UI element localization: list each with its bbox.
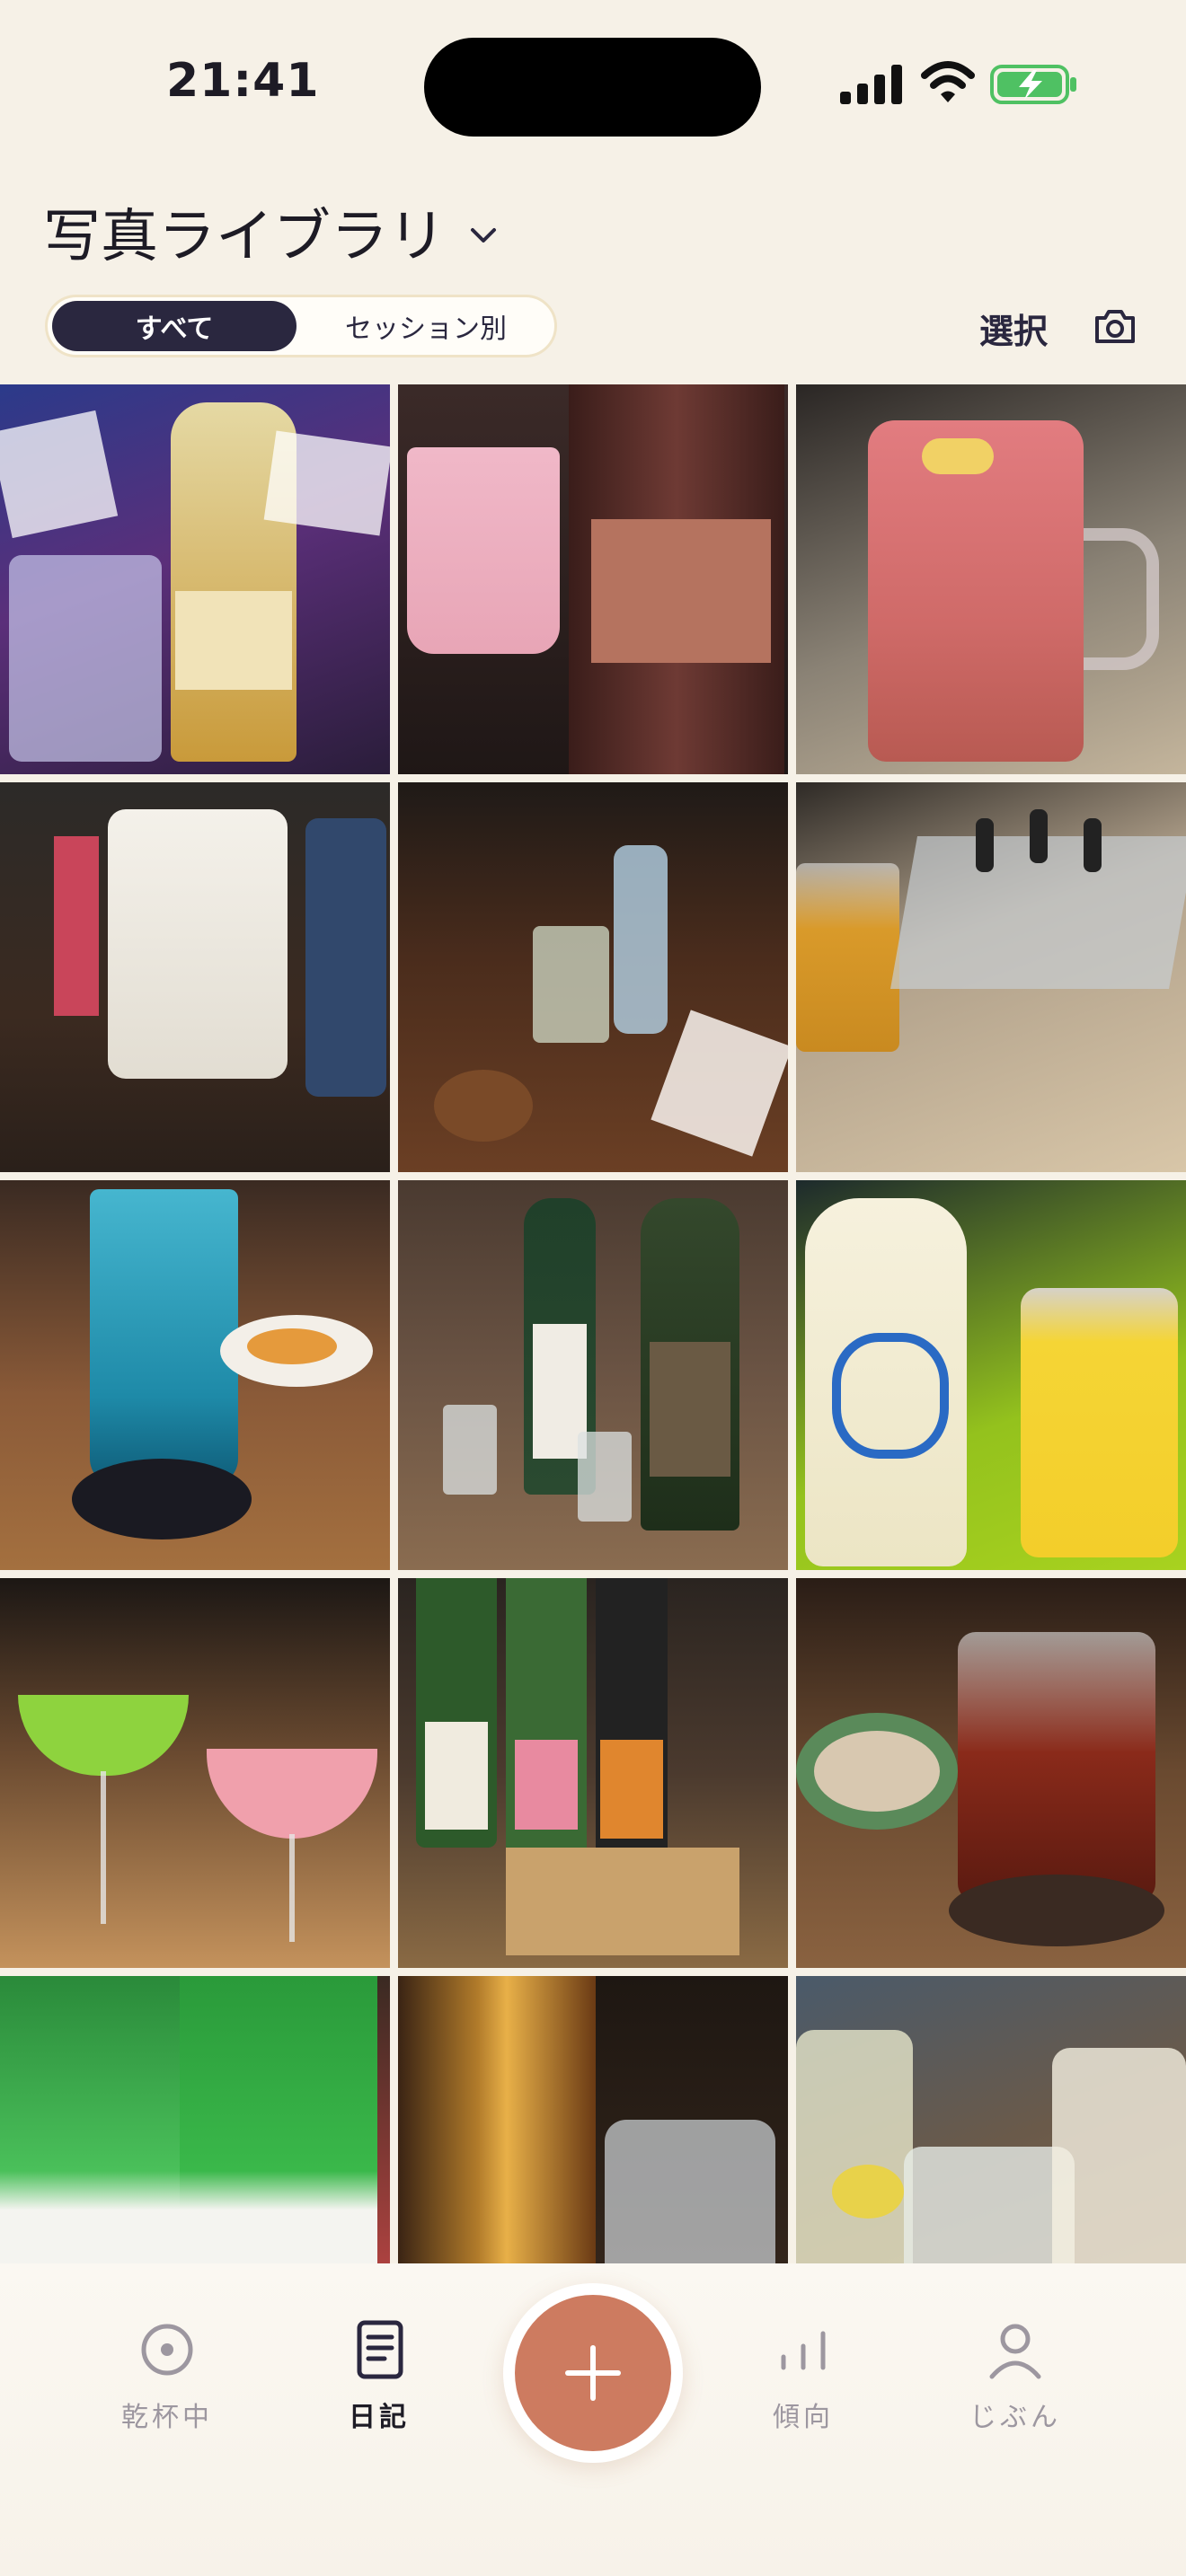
tab-trends[interactable]: 傾向 — [731, 2317, 875, 2434]
photo-tile[interactable] — [398, 1578, 788, 1968]
status-time: 21:41 — [166, 54, 320, 108]
library-title-dropdown[interactable]: 写真ライブラリ — [43, 190, 501, 273]
tab-label: 乾杯中 — [121, 2402, 213, 2433]
photo-tile[interactable] — [796, 1578, 1186, 1968]
tab-kanpai[interactable]: 乾杯中 — [95, 2317, 239, 2434]
target-icon — [141, 2324, 193, 2376]
notebook-icon — [357, 2320, 403, 2379]
segment-all[interactable]: すべて — [52, 301, 296, 351]
tab-diary[interactable]: 日記 — [307, 2317, 451, 2434]
photo-tile[interactable] — [0, 1976, 390, 2263]
tab-profile[interactable]: じぶん — [943, 2317, 1087, 2434]
view-segmented-control: すべて セッション別 — [45, 295, 557, 357]
photo-tile[interactable] — [0, 782, 390, 1172]
photo-tile[interactable] — [796, 1976, 1186, 2263]
page-title: 写真ライブラリ — [43, 204, 446, 270]
camera-icon[interactable] — [1093, 305, 1137, 347]
photo-tile[interactable] — [796, 384, 1186, 774]
photo-tile[interactable] — [398, 384, 788, 774]
tab-label: 日記 — [349, 2402, 410, 2433]
add-button[interactable] — [515, 2295, 671, 2451]
status-bar: 21:41 — [0, 0, 1186, 162]
select-button[interactable]: 選択 — [979, 304, 1048, 353]
plus-icon — [565, 2345, 621, 2401]
dynamic-island — [424, 38, 761, 137]
photo-grid — [0, 384, 1186, 2263]
header: 写真ライブラリ すべて セッション別 選択 — [0, 162, 1186, 386]
photo-tile[interactable] — [398, 1976, 788, 2263]
tab-label: じぶん — [969, 2402, 1061, 2433]
person-icon — [989, 2324, 1041, 2379]
segment-by-session[interactable]: セッション別 — [304, 301, 548, 351]
bar-chart-icon — [781, 2331, 826, 2370]
tab-bar: 乾杯中 日記 傾向 じぶん — [0, 2263, 1186, 2576]
photo-tile[interactable] — [796, 782, 1186, 1172]
photo-tile[interactable] — [796, 1180, 1186, 1570]
photo-tile[interactable] — [0, 384, 390, 774]
tab-label: 傾向 — [773, 2402, 834, 2433]
photo-tile[interactable] — [0, 1180, 390, 1570]
chevron-down-icon — [471, 228, 496, 243]
battery-charging-icon — [990, 65, 1076, 104]
photo-tile[interactable] — [398, 782, 788, 1172]
photo-tile[interactable] — [0, 1578, 390, 1968]
wifi-icon — [921, 61, 975, 102]
photo-tile[interactable] — [398, 1180, 788, 1570]
signal-icon — [840, 65, 902, 104]
